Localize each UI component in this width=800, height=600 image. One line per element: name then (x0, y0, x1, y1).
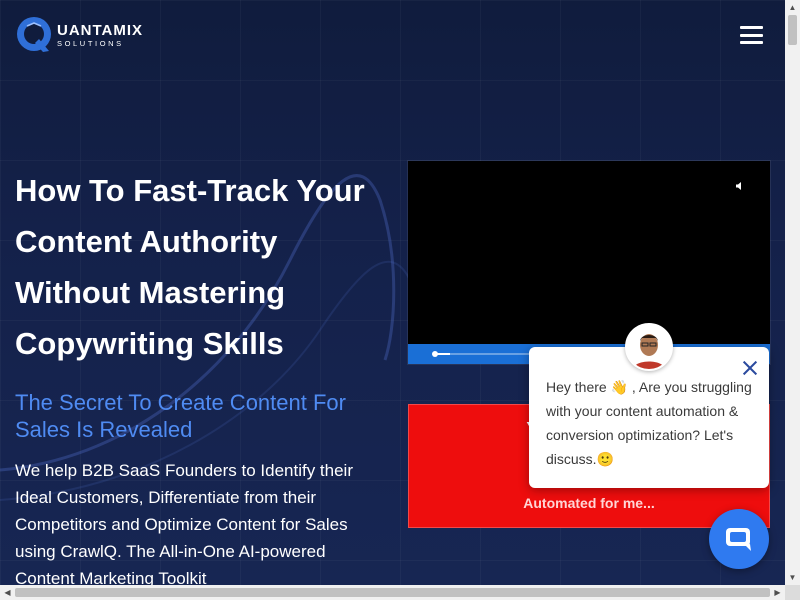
logo-mark-icon (15, 15, 55, 55)
chat-agent-avatar (625, 323, 673, 371)
hero-subtitle: The Secret To Create Content For Sales I… (15, 390, 346, 442)
hero-description: We help B2B SaaS Founders to Identify th… (15, 461, 353, 585)
hero-title-line: Without Mastering (15, 275, 286, 310)
logo[interactable]: UANTAMIX SOLUTIONS (15, 15, 144, 55)
hero-title-line: Copywriting Skills (15, 326, 284, 361)
hero-title-line: Content Authority (15, 224, 278, 259)
hero-title: How To Fast-Track Your Content Authority… (15, 165, 395, 369)
scrollbar-corner (785, 585, 800, 600)
page: UANTAMIX SOLUTIONS How To Fast-Track You… (0, 0, 785, 585)
chat-launcher-button[interactable] (709, 509, 769, 569)
chat-bubble-icon (726, 528, 751, 551)
vertical-scroll-thumb[interactable] (788, 15, 797, 45)
chat-message: Hey there 👋 , Are you struggling with yo… (546, 379, 752, 467)
scroll-down-arrow-icon[interactable]: ▼ (785, 570, 800, 585)
horizontal-scroll-thumb[interactable] (15, 588, 770, 597)
logo-name: UANTAMIX (57, 21, 144, 39)
video-scrub-handle[interactable] (432, 351, 438, 357)
scroll-right-arrow-icon[interactable]: ▶ (770, 585, 785, 600)
scroll-up-arrow-icon[interactable]: ▲ (785, 0, 800, 15)
horizontal-scrollbar[interactable]: ◀ ▶ (0, 585, 785, 600)
hero-title-line: How To Fast-Track Your (15, 173, 365, 208)
logo-subtitle: SOLUTIONS (57, 38, 124, 48)
video-player[interactable] (408, 161, 770, 364)
vertical-scrollbar[interactable]: ▲ ▼ (785, 0, 800, 585)
site-header: UANTAMIX SOLUTIONS (0, 0, 785, 70)
hamburger-menu-icon[interactable] (740, 26, 763, 44)
scroll-left-arrow-icon[interactable]: ◀ (0, 585, 15, 600)
speaker-icon[interactable] (735, 181, 745, 194)
